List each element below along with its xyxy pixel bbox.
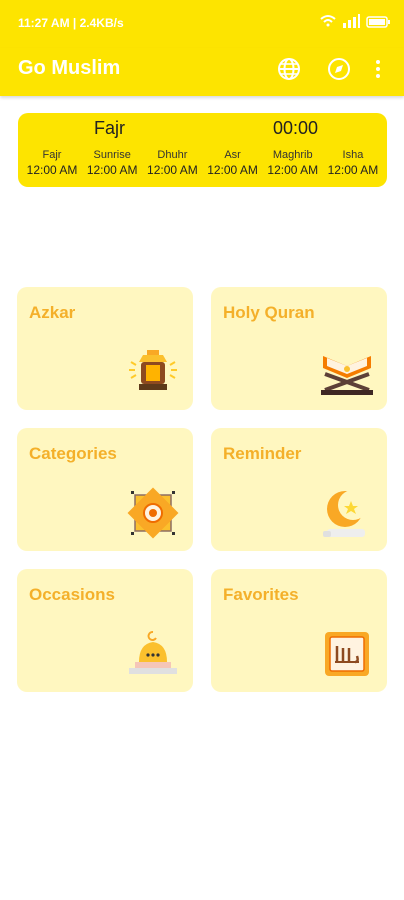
tile-label: Reminder — [223, 444, 302, 463]
tile-categories[interactable]: Categories — [17, 428, 193, 551]
compass-icon[interactable] — [326, 56, 352, 82]
current-prayer: Fajr — [94, 118, 125, 138]
prayer-name: Maghrib — [272, 149, 313, 161]
prayer-time: 12:00 AM — [267, 163, 319, 177]
battery-icon — [366, 15, 390, 33]
prayer-time-sunrise: Sunrise 12:00 AM — [82, 149, 142, 177]
status-text: 11:27 AM | 2.4KB/s — [18, 16, 124, 30]
mosque-icon — [125, 626, 181, 682]
tile-azkar[interactable]: Azkar — [17, 287, 193, 410]
tile-label: Categories — [29, 444, 117, 463]
lantern-icon — [125, 344, 181, 400]
prayer-time: 12:00 AM — [86, 163, 138, 177]
app-bar: Go Muslim — [0, 48, 404, 96]
prayer-times-row: Fajr 12:00 AM Sunrise 12:00 AM Dhuhr 12:… — [22, 149, 383, 177]
prayer-time: 12:00 AM — [327, 163, 379, 177]
tile-label: Favorites — [223, 585, 299, 604]
quran-icon — [319, 344, 375, 400]
tile-occasions[interactable]: Occasions — [17, 569, 193, 692]
prayer-time-dhuhr: Dhuhr 12:00 AM — [142, 149, 202, 177]
prayer-name: Sunrise — [93, 149, 131, 161]
prayer-countdown: 00:00 — [273, 118, 319, 138]
crescent-star-icon — [319, 485, 375, 541]
wifi-icon — [320, 14, 336, 33]
prayer-name: Isha — [342, 149, 364, 161]
tile-reminder[interactable]: Reminder — [211, 428, 387, 551]
app-title: Go Muslim — [18, 57, 121, 79]
tile-holy-quran[interactable]: Holy Quran — [211, 287, 387, 410]
status-icons — [320, 14, 390, 33]
pattern-icon — [125, 485, 181, 541]
prayer-time: 12:00 AM — [147, 163, 198, 177]
allah-calligraphy-icon — [319, 626, 375, 682]
prayer-time: 12:00 AM — [26, 163, 78, 177]
prayer-times-card[interactable]: Fajr 00:00 Fajr 12:00 AM Sunrise 12:00 A… — [18, 113, 387, 187]
prayer-time: 12:00 AM — [207, 163, 258, 177]
globe-icon[interactable] — [276, 56, 302, 82]
signal-icon — [342, 14, 360, 33]
prayer-time-asr: Asr 12:00 AM — [203, 149, 263, 177]
tile-label: Azkar — [29, 303, 76, 322]
prayer-time-maghrib: Maghrib 12:00 AM — [263, 149, 323, 177]
tile-favorites[interactable]: Favorites — [211, 569, 387, 692]
tile-label: Occasions — [29, 585, 115, 604]
prayer-name: Dhuhr — [157, 149, 188, 161]
prayer-time-isha: Isha 12:00 AM — [323, 149, 383, 177]
prayer-time-fajr: Fajr 12:00 AM — [22, 149, 82, 177]
status-bar: 11:27 AM | 2.4KB/s — [0, 0, 404, 48]
more-options-icon[interactable] — [372, 56, 384, 82]
prayer-name: Asr — [224, 149, 241, 161]
tile-label: Holy Quran — [223, 303, 315, 322]
prayer-name: Fajr — [42, 149, 62, 161]
